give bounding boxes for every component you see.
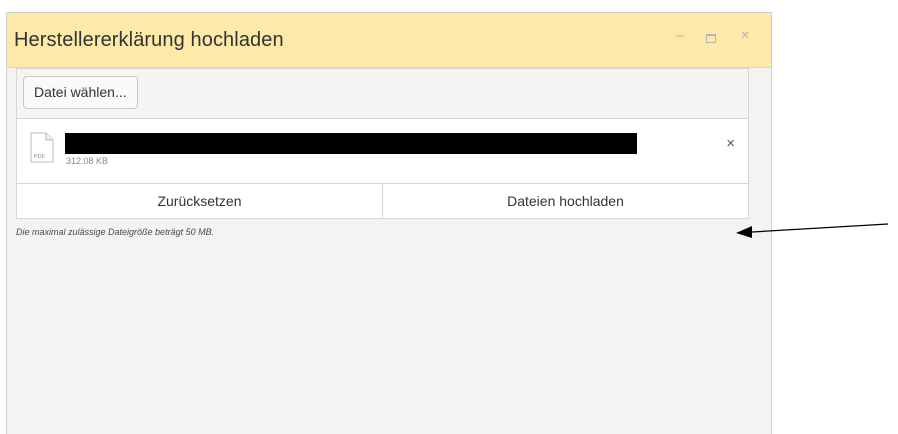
file-upload-widget: Datei wählen... PDF 312.08 KB × Zurückse… bbox=[16, 68, 749, 219]
reset-button[interactable]: Zurücksetzen bbox=[17, 184, 382, 218]
file-type-label: PDF bbox=[34, 154, 46, 160]
dialog-titlebar[interactable]: Herstellererklärung hochladen – × bbox=[7, 13, 771, 68]
minimize-icon[interactable]: – bbox=[673, 27, 687, 45]
select-toolbar: Datei wählen... bbox=[17, 69, 748, 119]
action-bar: Zurücksetzen Dateien hochladen bbox=[17, 184, 748, 218]
select-file-button[interactable]: Datei wählen... bbox=[23, 76, 138, 109]
dialog-title: Herstellererklärung hochladen bbox=[14, 29, 284, 51]
file-name-redacted bbox=[65, 133, 637, 154]
close-icon[interactable]: × bbox=[738, 27, 752, 45]
file-list-item: PDF 312.08 KB × bbox=[17, 119, 748, 184]
file-size: 312.08 KB bbox=[66, 156, 109, 166]
upload-button[interactable]: Dateien hochladen bbox=[382, 184, 748, 218]
maximize-icon[interactable] bbox=[704, 30, 718, 46]
max-size-hint: Die maximal zulässige Dateigröße beträgt… bbox=[16, 227, 215, 237]
pdf-file-icon: PDF bbox=[30, 132, 54, 163]
remove-file-icon[interactable]: × bbox=[726, 135, 735, 152]
